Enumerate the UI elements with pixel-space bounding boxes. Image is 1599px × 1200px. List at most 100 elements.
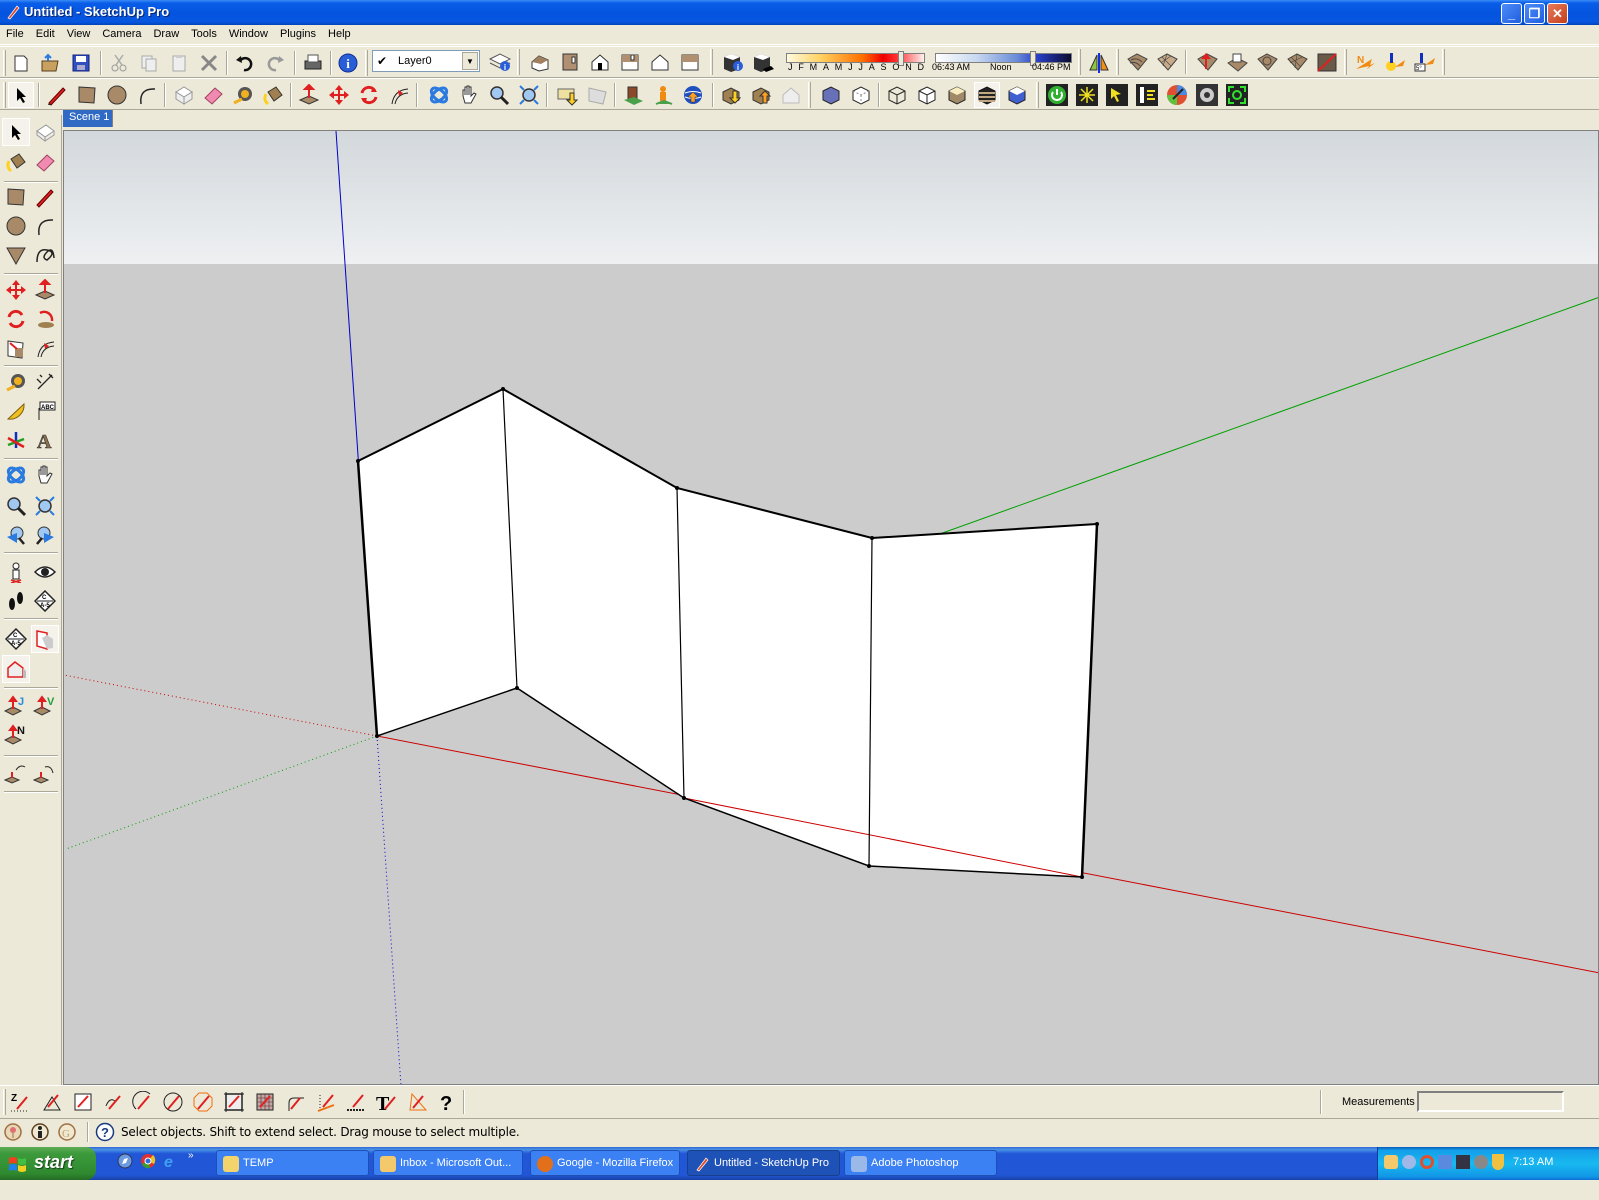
offset-icon[interactable] (31, 334, 59, 362)
draw-square-icon[interactable] (70, 1089, 96, 1115)
print-icon[interactable] (300, 50, 326, 76)
network-icon[interactable] (1438, 1155, 1452, 1169)
follow-me-icon[interactable] (31, 305, 59, 333)
select-icon[interactable] (8, 82, 34, 108)
layer-manager-icon[interactable]: i (487, 49, 513, 75)
safari-icon[interactable] (117, 1153, 133, 1172)
dimension-icon[interactable] (31, 368, 59, 396)
shaded-icon[interactable] (944, 82, 970, 108)
menu-tools[interactable]: Tools (185, 25, 223, 40)
render-options-icon[interactable] (1194, 82, 1220, 108)
look-around-icon[interactable] (31, 558, 59, 586)
select-icon[interactable] (2, 118, 30, 146)
toolbar-grip[interactable] (3, 50, 6, 76)
scene-tab-1[interactable]: Scene 1 (63, 110, 113, 127)
stamp-icon[interactable] (1224, 49, 1250, 75)
push-pull-icon[interactable] (296, 82, 322, 108)
redo-icon[interactable] (262, 50, 288, 76)
task-firefox[interactable]: Google - Mozilla Firefox (530, 1150, 680, 1176)
menu-file[interactable]: File (0, 25, 30, 40)
render-start-icon[interactable] (1044, 82, 1070, 108)
3d-text-icon[interactable]: A (31, 426, 59, 454)
draw-parallel-icon[interactable] (313, 1089, 339, 1115)
task-temp[interactable]: TEMP (216, 1150, 369, 1176)
circle-icon[interactable] (2, 212, 30, 240)
restore-button[interactable]: ❐ (1524, 3, 1545, 24)
undo-push-pull-icon[interactable] (2, 759, 30, 787)
rotate-icon[interactable] (356, 82, 382, 108)
draw-mesh-icon[interactable] (252, 1089, 278, 1115)
draw-grid-icon[interactable] (221, 1089, 247, 1115)
render-material-icon[interactable] (1164, 82, 1190, 108)
solar-north-icon[interactable] (1382, 49, 1408, 75)
make-component-icon[interactable] (31, 118, 59, 146)
credits-icon[interactable] (30, 1122, 50, 1145)
new-icon[interactable] (8, 50, 34, 76)
xray-icon[interactable] (818, 82, 844, 108)
help-icon[interactable]: ? (95, 1122, 115, 1145)
draw-polygon-icon[interactable] (190, 1089, 216, 1115)
add-detail-icon[interactable] (1284, 49, 1310, 75)
security-shield-icon[interactable] (1492, 1154, 1504, 1170)
next-view-icon[interactable] (31, 522, 59, 550)
shadow-settings-icon[interactable]: i (720, 49, 746, 75)
paint-bucket-icon[interactable] (2, 148, 30, 176)
previous-view-icon[interactable] (2, 522, 30, 550)
zoom-extents-icon[interactable] (516, 82, 542, 108)
house-icon[interactable] (778, 82, 804, 108)
orbit-icon[interactable] (426, 82, 452, 108)
vector-push-pull-icon[interactable]: V (31, 692, 59, 720)
paste-icon[interactable] (166, 50, 192, 76)
sandbox-from-scratch-icon[interactable] (1154, 49, 1180, 75)
section-plane-icon[interactable]: C A-5 (31, 587, 59, 615)
menu-view[interactable]: View (61, 25, 97, 40)
scale-icon[interactable] (2, 334, 30, 362)
menu-window[interactable]: Window (223, 25, 274, 40)
render-screen-icon[interactable] (1224, 82, 1250, 108)
draw-text-icon[interactable]: T (373, 1089, 399, 1115)
share-model-icon[interactable] (584, 82, 610, 108)
protractor-icon[interactable] (2, 397, 30, 425)
quicklaunch-more-icon[interactable]: » (188, 1150, 194, 1161)
text-icon[interactable]: ABC (31, 397, 59, 425)
ie-icon[interactable]: e (163, 1153, 179, 1172)
move-icon[interactable] (326, 82, 352, 108)
get-photo-texture-icon[interactable] (748, 82, 774, 108)
display-section-cuts-icon[interactable] (2, 655, 30, 683)
draw-circle-icon[interactable] (160, 1089, 186, 1115)
get-current-view-icon[interactable] (650, 82, 676, 108)
display-shadows-icon[interactable] (750, 49, 776, 75)
minimize-button[interactable]: _ (1501, 3, 1522, 24)
model-info-icon[interactable]: i (335, 50, 361, 76)
zoom-icon[interactable] (486, 82, 512, 108)
menu-edit[interactable]: Edit (30, 25, 61, 40)
place-model-icon[interactable] (620, 82, 646, 108)
move-icon[interactable] (2, 276, 30, 304)
draw-triangle-icon[interactable] (39, 1089, 65, 1115)
save-icon[interactable] (68, 50, 94, 76)
push-pull-icon[interactable] (31, 276, 59, 304)
erase-icon[interactable] (196, 50, 222, 76)
volume-icon[interactable] (1474, 1155, 1488, 1169)
section-plane-2-icon[interactable]: C A-5 (2, 625, 30, 653)
draw-curve-icon[interactable] (101, 1089, 127, 1115)
zoom-window-icon[interactable] (31, 492, 59, 520)
render-select-icon[interactable] (1104, 82, 1130, 108)
render-settings-icon[interactable] (1134, 82, 1160, 108)
line-icon[interactable] (31, 183, 59, 211)
tape-measure-icon[interactable] (2, 368, 30, 396)
joint-push-pull-icon[interactable]: J (2, 692, 30, 720)
tray-icon-2[interactable] (1402, 1155, 1416, 1169)
smoove-icon[interactable] (1194, 49, 1220, 75)
pencil-icon[interactable] (44, 82, 70, 108)
iso-view-icon[interactable] (527, 49, 553, 75)
axes-icon[interactable] (2, 426, 30, 454)
position-camera-icon[interactable] (2, 558, 30, 586)
right-view-icon[interactable] (617, 49, 643, 75)
open-icon[interactable] (38, 50, 64, 76)
menu-draw[interactable]: Draw (147, 25, 185, 40)
z-line-icon[interactable]: Z (7, 1089, 33, 1115)
render-light-icon[interactable] (1074, 82, 1100, 108)
scene-canvas[interactable] (64, 131, 1599, 1085)
orbit-icon[interactable] (2, 461, 30, 489)
